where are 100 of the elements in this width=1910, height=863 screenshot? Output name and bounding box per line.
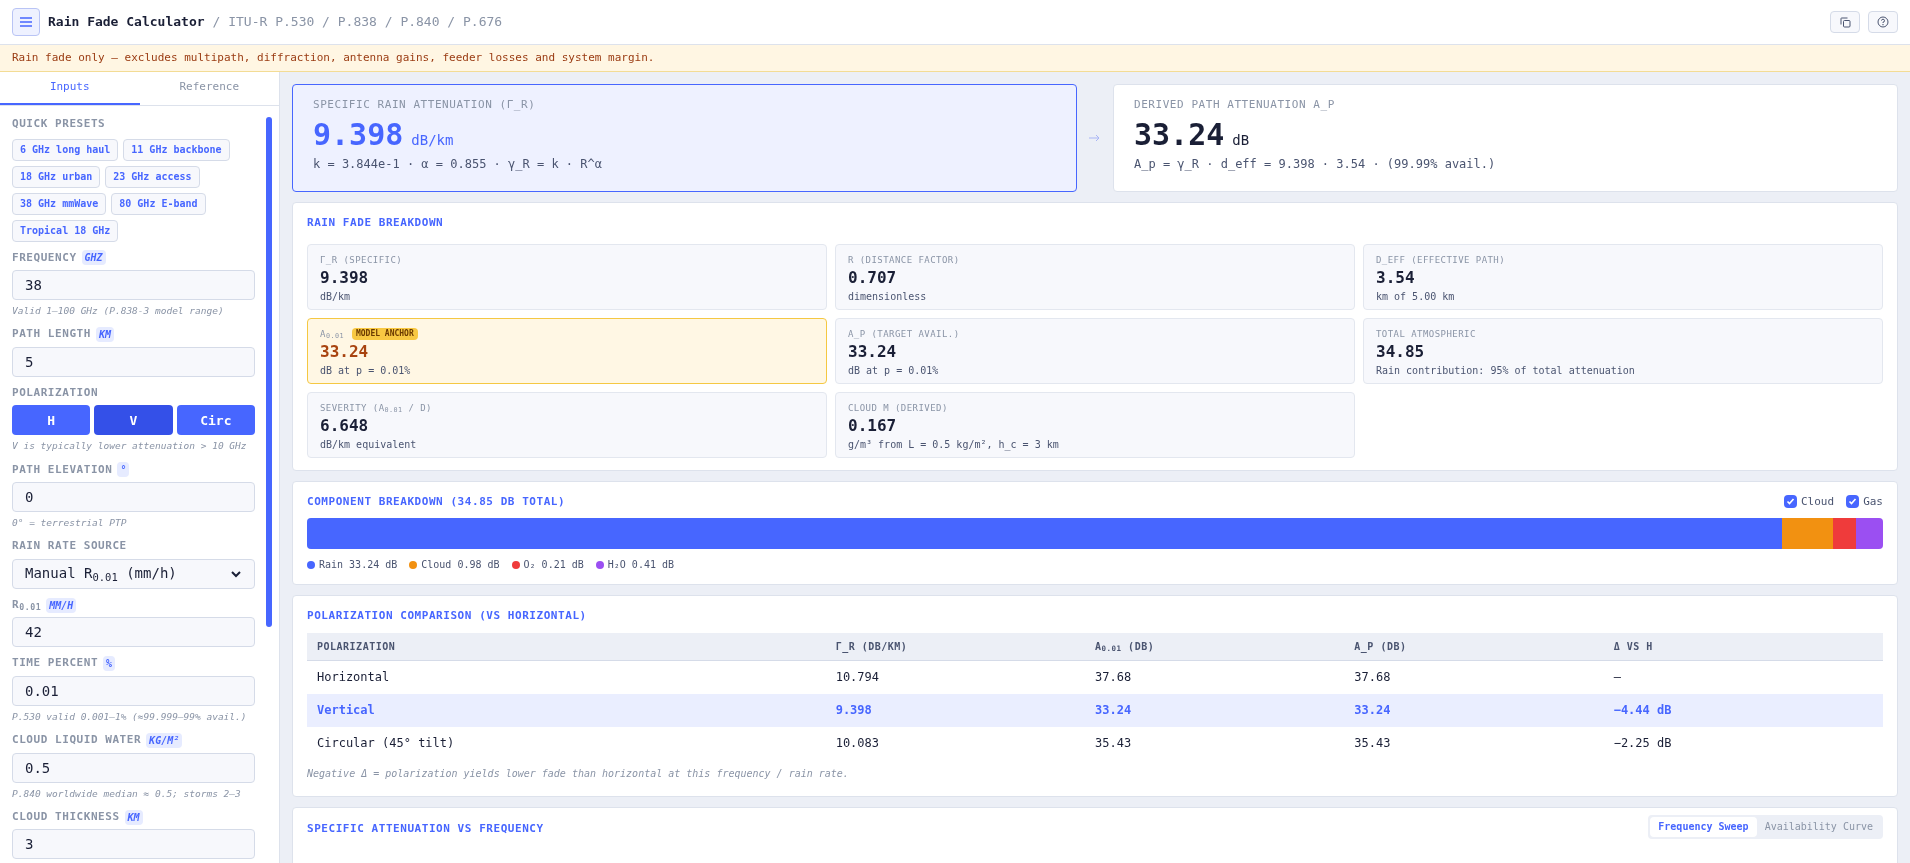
card-label: R (DISTANCE FACTOR): [848, 253, 960, 267]
app-title: Rain Fade Calculator: [48, 13, 205, 32]
input-field[interactable]: 5: [12, 346, 255, 377]
preset-chip[interactable]: 23 GHz access: [105, 165, 200, 188]
polarization-option[interactable]: V: [94, 405, 173, 436]
input-field[interactable]: 3: [12, 829, 255, 860]
sidebar-tab[interactable]: Reference: [139, 72, 279, 105]
input-field[interactable]: 0: [12, 482, 255, 512]
table-row[interactable]: Horizontal 10.794 37.68 37.68 —: [307, 660, 1883, 694]
metric-note: dB/km equivalent: [320, 438, 418, 452]
legend-label: O₂ 0.21 dB: [523, 558, 584, 572]
metric-value: 33.24: [1134, 115, 1225, 153]
input-field[interactable]: 38: [12, 270, 255, 300]
metric-value: 33.24: [320, 341, 370, 363]
unit-badge: KG/M²: [146, 732, 183, 748]
field-label: CLOUD LIQUID WATER: [12, 732, 142, 748]
copy-button[interactable]: [1830, 11, 1860, 33]
card-label: A_P (TARGET AVAIL.): [848, 327, 960, 341]
table-cell-text: 10.794: [835, 669, 880, 686]
checkbox[interactable]: [1784, 495, 1797, 509]
preset-chip[interactable]: 18 GHz urban: [12, 165, 101, 188]
metric-unit: dB: [1232, 130, 1250, 150]
preset-chip[interactable]: 38 GHz mmWave: [12, 192, 107, 215]
field-label: R$_{0.01}$: [12, 596, 42, 614]
field-label: CLOUD THICKNESS: [12, 808, 120, 825]
table-cell-text: Vertical: [317, 702, 376, 719]
help-icon: [1877, 16, 1889, 28]
section-label: QUICK PRESETS: [12, 116, 107, 132]
unit-badge: KM: [95, 327, 114, 342]
card-label: TOTAL ATMOSPHERIC: [1376, 327, 1476, 341]
card-label: CLOUD M (DERIVED): [848, 401, 948, 415]
field-hint: Valid 1–100 GHz (P.838-3 model range): [12, 304, 225, 318]
metric-value: 9.398: [320, 267, 370, 289]
field-label: RAIN RATE SOURCE: [12, 538, 127, 555]
metric-note: dB at p = 0.01%: [320, 364, 412, 378]
preset-chip[interactable]: Tropical 18 GHz: [12, 219, 119, 242]
field-hint: V is typically lower attenuation > 10 GHz: [12, 439, 248, 454]
preset-chip[interactable]: 6 GHz long haul: [12, 138, 119, 161]
table-cell-text: 35.43: [1095, 735, 1133, 752]
menu-icon: [19, 16, 33, 28]
card-label: D_EFF (EFFECTIVE PATH): [1376, 253, 1506, 267]
card-label: SPECIFIC RAIN ATTENUATION (Γ_R): [313, 97, 537, 113]
help-button[interactable]: [1868, 11, 1898, 33]
panel-title: POLARIZATION COMPARISON (VS HORIZONTAL): [307, 608, 588, 624]
legend-label: H₂O 0.41 dB: [607, 558, 674, 572]
card-label: A$_{0.01}$: [320, 327, 344, 341]
polarization-option[interactable]: Circ: [176, 405, 255, 436]
column-header: Δ VS H: [1613, 639, 1654, 654]
legend-label: Cloud 0.98 dB: [421, 558, 500, 572]
metric-value: 6.648: [320, 415, 370, 437]
metric-value: 33.24: [848, 341, 898, 363]
card-label: DERIVED PATH ATTENUATION A_P: [1134, 97, 1336, 113]
sidebar-tab[interactable]: Inputs: [0, 72, 140, 105]
table-cell-text: Circular (45° tilt): [317, 735, 456, 752]
table-cell-text: 33.24: [1095, 702, 1133, 719]
copy-icon: [1839, 16, 1851, 28]
panel-title: SPECIFIC ATTENUATION VS FREQUENCY: [307, 820, 544, 837]
table-cell-text: −2.25 dB: [1613, 735, 1673, 752]
column-header: POLARIZATION: [317, 639, 397, 654]
metric-unit: dB/km: [411, 130, 454, 150]
table-row[interactable]: Circular (45° tilt) 10.083 35.43 35.43 −2.25 dB: [307, 726, 1883, 760]
unit-badge: GHZ: [81, 250, 106, 266]
table-row[interactable]: Vertical 9.398 33.24 33.24 −4.44 dB: [307, 693, 1883, 727]
field-label: POLARIZATION: [12, 384, 99, 401]
field-hint: P.530 valid 0.001–1% (≈99.999–99% avail.): [12, 709, 248, 724]
column-header: Γ_R (DB/KM): [835, 639, 909, 654]
field-hint: P.840 worldwide median ≈ 0.5; storms 2–3: [12, 786, 242, 801]
menu-button[interactable]: [12, 8, 40, 36]
checkbox[interactable]: [1846, 495, 1860, 509]
metric-note: dimensionless: [848, 290, 928, 304]
card-label: Γ_R (SPECIFIC): [320, 253, 403, 267]
unit-badge: °: [117, 462, 130, 478]
input-field[interactable]: 42: [12, 617, 255, 648]
scrollbar-thumb[interactable]: [266, 117, 272, 627]
select-dropdown[interactable]: Manual R$_{0.01}$ (mm/h): [12, 558, 255, 589]
check-icon: [1848, 497, 1858, 507]
input-field[interactable]: 0.01: [12, 675, 255, 706]
panel-title: RAIN FADE BREAKDOWN: [307, 215, 445, 231]
input-field[interactable]: 0.5: [12, 752, 255, 783]
table-cell-text: 33.24: [1354, 702, 1392, 719]
unit-badge: %: [103, 656, 116, 671]
table-cell-text: 37.68: [1095, 669, 1133, 686]
chart-tab[interactable]: Availability Curve: [1756, 816, 1881, 837]
preset-chip[interactable]: 11 GHz backbone: [123, 138, 230, 161]
panel-title: COMPONENT BREAKDOWN (34.85 DB TOTAL): [307, 493, 566, 510]
field-label: PATH ELEVATION: [12, 461, 113, 478]
unit-badge: KM: [124, 809, 143, 825]
check-icon: [1786, 497, 1795, 507]
metric-note: g/m³ from L = 0.5 kg/m², h_c = 3 km: [848, 438, 1060, 452]
metric-value: 3.54: [1376, 267, 1416, 289]
column-header: A_P (DB): [1354, 639, 1408, 654]
table-cell-text: —: [1613, 669, 1622, 686]
chart-tab[interactable]: Frequency Sweep: [1650, 816, 1757, 837]
preset-chip[interactable]: 80 GHz E-band: [111, 192, 206, 215]
standards-breadcrumb: / ITU-R P.530 / P.838 / P.840 / P.676: [212, 13, 503, 32]
table-cell-text: 10.083: [835, 735, 880, 752]
table-cell-text: 35.43: [1354, 735, 1392, 752]
table-cell-text: 37.68: [1354, 669, 1392, 686]
polarization-option[interactable]: H: [12, 405, 91, 436]
metric-note: km of 5.00 km: [1376, 290, 1456, 304]
